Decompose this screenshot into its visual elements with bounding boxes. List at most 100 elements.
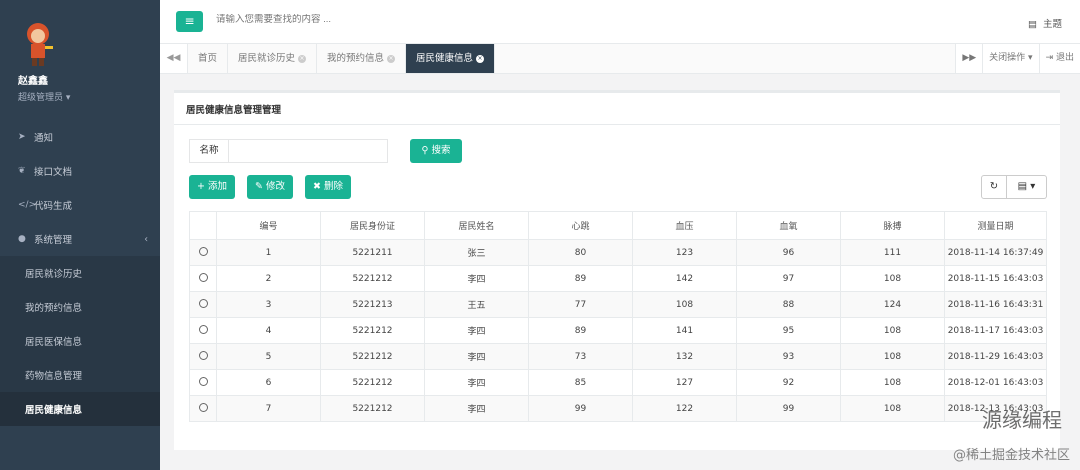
tab-health-info[interactable]: 居民健康信息 × [406, 44, 496, 73]
chevron-left-icon: ‹ [144, 233, 148, 245]
table-cell: 77 [528, 291, 633, 318]
column-header[interactable]: 居民姓名 [424, 211, 529, 240]
refresh-button[interactable]: ↻ [981, 175, 1007, 199]
add-button[interactable]: + 添加 [189, 175, 236, 199]
logout-button[interactable]: ⇥ 退出 [1038, 44, 1080, 73]
table-tools: ↻ ▤ ▾ [981, 175, 1047, 199]
table-cell: 王五 [424, 291, 529, 318]
double-right-icon: ▶▶ [962, 53, 977, 63]
table-cell: 93 [736, 343, 841, 370]
close-icon[interactable]: × [476, 54, 485, 63]
search-form: 名称 ⚲ 搜索 [189, 139, 462, 163]
avatar[interactable] [18, 20, 58, 68]
radio-button[interactable] [198, 376, 208, 386]
table-cell: 李四 [424, 343, 529, 370]
table-cell: 108 [840, 265, 945, 292]
table-row[interactable]: 6 5221212 李四 85 127 92 108 2018-12-01 16… [189, 369, 1047, 396]
menu-toggle-button[interactable]: ≡ [176, 11, 203, 32]
row-select[interactable] [189, 369, 217, 396]
table-cell: 124 [840, 291, 945, 318]
table-row[interactable]: 3 5221213 王五 77 108 88 124 2018-11-16 16… [189, 291, 1047, 318]
list-icon: ▤ [1028, 19, 1037, 30]
table-row[interactable]: 5 5221212 李四 73 132 93 108 2018-11-29 16… [189, 343, 1047, 370]
table-cell: 85 [528, 369, 633, 396]
tab-visit-history[interactable]: 居民就诊历史 × [228, 44, 318, 73]
column-header[interactable]: 编号 [216, 211, 321, 240]
radio-button[interactable] [198, 246, 208, 256]
table-cell: 108 [632, 291, 737, 318]
leaf-icon: ❦ [18, 166, 26, 176]
table-row[interactable]: 4 5221212 李四 89 141 95 108 2018-11-17 16… [189, 317, 1047, 344]
row-select[interactable] [189, 317, 217, 344]
tabs-bar: ◀◀ 首页 居民就诊历史 × 我的预约信息 × 居民健康信息 × ▶▶ 关闭操作 ▾ … [160, 44, 1080, 74]
row-select[interactable] [189, 291, 217, 318]
sidebar-item-visit-history[interactable]: 居民就诊历史 [0, 256, 160, 290]
row-select[interactable] [189, 239, 217, 266]
select-column-header [189, 211, 217, 240]
tabs-scroll-right-button[interactable]: ▶▶ [955, 44, 982, 73]
close-operations-dropdown[interactable]: 关闭操作 ▾ [982, 44, 1038, 73]
user-icon: ● [18, 234, 26, 244]
sidebar: 赵鑫鑫 超级管理员 ▾ ➤ 通知 ❦ 接口文档 </> 代码生成 ● 系统管理 … [0, 0, 160, 470]
table-cell: 88 [736, 291, 841, 318]
columns-dropdown[interactable]: ▤ ▾ [1007, 175, 1047, 199]
search-button[interactable]: ⚲ 搜索 [410, 139, 462, 163]
radio-button[interactable] [198, 272, 208, 282]
sidebar-item-my-appointments[interactable]: 我的预约信息 [0, 290, 160, 324]
tab-actions: ▶▶ 关闭操作 ▾ ⇥ 退出 [955, 44, 1080, 73]
table-cell: 122 [632, 395, 737, 422]
table-cell: 127 [632, 369, 737, 396]
column-header[interactable]: 居民身份证 [320, 211, 425, 240]
delete-button[interactable]: ✖ 删除 [305, 175, 352, 199]
table-cell: 111 [840, 239, 945, 266]
refresh-icon: ↻ [989, 181, 999, 192]
global-search-input[interactable] [216, 14, 516, 25]
name-input[interactable] [229, 139, 388, 163]
edit-button[interactable]: ✎ 修改 [247, 175, 294, 199]
sidebar-item-system[interactable]: ● 系统管理 ‹ [0, 222, 160, 256]
row-select[interactable] [189, 395, 217, 422]
theme-button[interactable]: ▤ 主题 [1028, 16, 1062, 30]
table-cell: 5221213 [320, 291, 425, 318]
column-header[interactable]: 心跳 [528, 211, 633, 240]
column-header[interactable]: 测量日期 [944, 211, 1047, 240]
table-cell: 张三 [424, 239, 529, 266]
sidebar-item-insurance[interactable]: 居民医保信息 [0, 324, 160, 358]
table-cell: 96 [736, 239, 841, 266]
tab-home[interactable]: 首页 [188, 44, 229, 73]
close-icon[interactable]: × [298, 54, 307, 63]
radio-button[interactable] [198, 402, 208, 412]
watermark-text: 源缘编程 [982, 408, 1062, 432]
table-cell: 2018-11-14 16:37:49 [944, 239, 1047, 266]
column-header[interactable]: 脉搏 [840, 211, 945, 240]
radio-button[interactable] [198, 350, 208, 360]
radio-button[interactable] [198, 298, 208, 308]
code-icon: </> [18, 200, 37, 210]
table-row[interactable]: 7 5221212 李四 99 122 99 108 2018-12-13 16… [189, 395, 1047, 422]
row-select[interactable] [189, 265, 217, 292]
radio-button[interactable] [198, 324, 208, 334]
sidebar-item-notice[interactable]: ➤ 通知 [0, 120, 160, 154]
sidebar-item-health-info[interactable]: 居民健康信息 [0, 392, 160, 426]
plus-icon: + [197, 181, 205, 192]
table-cell: 99 [528, 395, 633, 422]
table-cell: 5221212 [320, 265, 425, 292]
table-cell: 5221212 [320, 395, 425, 422]
column-header[interactable]: 血压 [632, 211, 737, 240]
sidebar-item-codegen[interactable]: </> 代码生成 [0, 188, 160, 222]
tab-my-appointments[interactable]: 我的预约信息 × [317, 44, 407, 73]
table-cell: 2018-11-15 16:43:03 [944, 265, 1047, 292]
sidebar-submenu: 居民就诊历史 我的预约信息 居民医保信息 药物信息管理 居民健康信息 [0, 256, 160, 426]
table-cell: 92 [736, 369, 841, 396]
table-row[interactable]: 2 5221212 李四 89 142 97 108 2018-11-15 16… [189, 265, 1047, 292]
tabs-scroll-left-button[interactable]: ◀◀ [160, 44, 188, 73]
row-select[interactable] [189, 343, 217, 370]
table-cell: 73 [528, 343, 633, 370]
close-icon[interactable]: × [387, 54, 396, 63]
table-row[interactable]: 1 5221211 张三 80 123 96 111 2018-11-14 16… [189, 239, 1047, 266]
sidebar-item-api-docs[interactable]: ❦ 接口文档 [0, 154, 160, 188]
sidebar-item-medicine[interactable]: 药物信息管理 [0, 358, 160, 392]
user-role-dropdown[interactable]: 超级管理员 ▾ [18, 90, 160, 103]
column-header[interactable]: 血氧 [736, 211, 841, 240]
table-cell: 2 [216, 265, 321, 292]
